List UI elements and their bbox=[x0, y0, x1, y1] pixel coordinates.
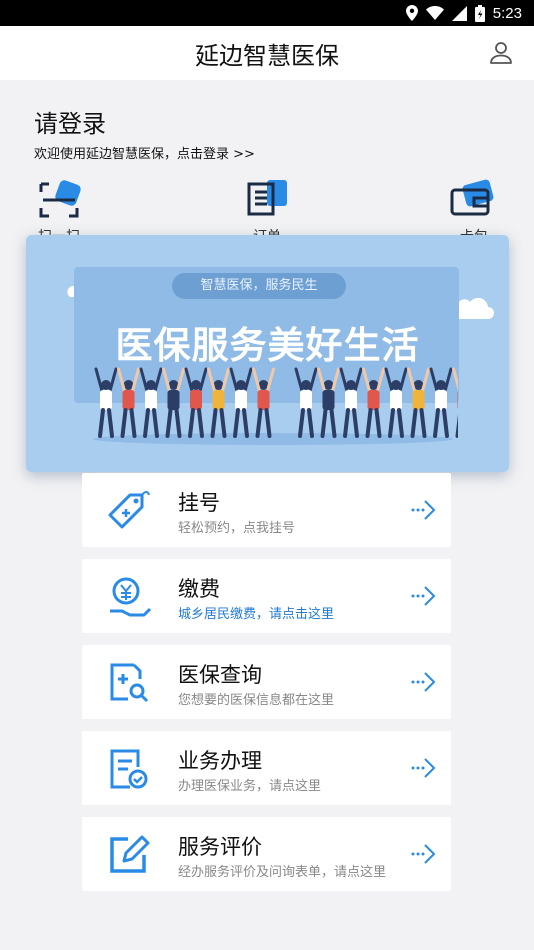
quick-action-wallet[interactable]: 卡包 bbox=[444, 178, 504, 245]
service-title: 缴费 bbox=[178, 577, 220, 601]
arrow-right-icon bbox=[411, 672, 436, 692]
service-card-insurance-query[interactable]: 医保查询 您想要的医保信息都在这里 bbox=[82, 645, 451, 719]
service-subtitle: 您想要的医保信息都在这里 bbox=[178, 693, 335, 708]
app-header: 延边智慧医保 bbox=[0, 26, 534, 80]
person-figure bbox=[429, 367, 453, 438]
login-prompt[interactable]: 请登录 欢迎使用延边智慧医保，点击登录 >> bbox=[34, 104, 255, 162]
arrow-right-icon bbox=[411, 758, 436, 778]
payment-icon bbox=[110, 577, 152, 617]
status-bar: 5:23 bbox=[0, 0, 534, 26]
signal-icon bbox=[451, 5, 467, 21]
arrow-right-icon bbox=[411, 844, 436, 864]
quick-action-scan[interactable]: 扫一扫 bbox=[29, 178, 89, 245]
person-figure bbox=[317, 367, 340, 438]
battery-icon bbox=[474, 4, 485, 22]
edit-icon bbox=[110, 835, 150, 873]
wifi-icon bbox=[425, 6, 444, 20]
service-card-evaluation[interactable]: 服务评价 经办服务评价及问询表单，请点这里 bbox=[82, 817, 451, 891]
service-title: 医保查询 bbox=[178, 663, 262, 687]
scan-icon bbox=[39, 180, 81, 218]
arrow-right-icon bbox=[411, 586, 436, 606]
tag-icon bbox=[108, 491, 150, 529]
person-figure bbox=[207, 367, 230, 438]
service-title: 服务评价 bbox=[178, 835, 262, 859]
service-subtitle: 办理医保业务，请点这里 bbox=[178, 779, 322, 794]
document-check-icon bbox=[110, 749, 148, 789]
arrow-right-icon bbox=[411, 500, 436, 520]
search-record-icon bbox=[110, 663, 149, 703]
order-icon bbox=[247, 180, 287, 216]
login-subtitle[interactable]: 欢迎使用延边智慧医保，点击登录 >> bbox=[34, 143, 255, 162]
clock: 5:23 bbox=[492, 4, 522, 22]
user-profile-icon[interactable] bbox=[488, 40, 514, 66]
person-figure bbox=[184, 367, 208, 438]
page-title: 延边智慧医保 bbox=[195, 42, 339, 70]
person-figure bbox=[117, 367, 140, 438]
service-title: 业务办理 bbox=[178, 749, 262, 773]
crowd-illustration bbox=[93, 367, 458, 445]
person-figure bbox=[94, 367, 118, 438]
person-figure bbox=[452, 367, 458, 438]
person-figure bbox=[294, 367, 318, 438]
person-figure bbox=[339, 367, 363, 438]
banner-tag: 智慧医保，服务民生 bbox=[172, 273, 346, 299]
service-card-registration[interactable]: 挂号 轻松预约，点我挂号 bbox=[82, 473, 451, 547]
location-icon bbox=[405, 5, 418, 21]
quick-action-orders[interactable]: 订单 bbox=[237, 178, 297, 245]
service-card-payment[interactable]: 缴费 城乡居民缴费，请点击这里 bbox=[82, 559, 451, 633]
service-card-business[interactable]: 业务办理 办理医保业务，请点这里 bbox=[82, 731, 451, 805]
person-figure bbox=[384, 367, 408, 438]
service-subtitle: 轻松预约，点我挂号 bbox=[178, 521, 296, 536]
service-subtitle: 经办服务评价及问询表单，请点这里 bbox=[178, 865, 387, 880]
wallet-icon bbox=[450, 179, 494, 216]
person-figure bbox=[252, 367, 275, 438]
promo-banner[interactable]: 智慧医保，服务民生 医保服务美好生活 bbox=[26, 235, 509, 472]
person-figure bbox=[407, 367, 430, 438]
person-figure bbox=[362, 367, 385, 438]
person-figure bbox=[139, 367, 163, 438]
service-title: 挂号 bbox=[178, 491, 220, 515]
person-figure bbox=[162, 367, 185, 438]
person-figure bbox=[229, 367, 253, 438]
login-heading[interactable]: 请登录 bbox=[34, 104, 255, 139]
service-subtitle: 城乡居民缴费，请点击这里 bbox=[178, 607, 335, 622]
